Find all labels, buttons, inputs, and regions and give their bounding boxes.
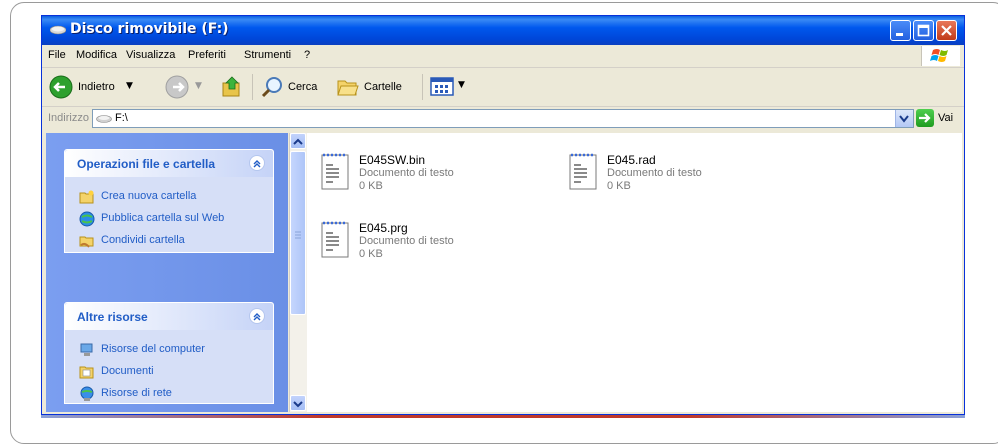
go-button[interactable] — [916, 109, 934, 127]
file-item[interactable]: E045.rad Documento di testo 0 KB — [567, 151, 807, 203]
menu-strumenti[interactable]: Strumenti — [244, 49, 291, 61]
text-document-icon — [321, 153, 349, 190]
task-pane-scrollbar[interactable] — [289, 133, 307, 412]
scroll-down-button[interactable] — [290, 395, 306, 411]
address-label: Indirizzo — [48, 112, 89, 124]
forward-button[interactable]: ▼ — [162, 73, 206, 101]
address-value: F:\ — [115, 112, 128, 124]
file-item[interactable]: E045.prg Documento di testo 0 KB — [319, 219, 559, 271]
menu-help[interactable]: ? — [304, 49, 310, 61]
menu-modifica[interactable]: Modifica — [76, 49, 117, 61]
back-button[interactable]: Indietro ▼ — [46, 73, 160, 101]
new-folder-icon — [79, 190, 94, 204]
window-title: Disco rimovibile (F:) — [70, 21, 229, 37]
folders-icon — [337, 80, 359, 96]
file-size: 0 KB — [359, 248, 383, 260]
back-arrow-icon — [49, 75, 73, 99]
explorer-window: Disco rimovibile (F:) File Modifica Visu… — [41, 15, 965, 415]
file-item[interactable]: E045SW.bin Documento di testo 0 KB — [319, 151, 559, 203]
grip-icon — [295, 231, 301, 239]
file-size: 0 KB — [359, 180, 383, 192]
other-places-panel: Altre risorse Risorse del computer Docum… — [64, 302, 274, 404]
task-label: Condividi cartella — [101, 234, 185, 246]
file-size: 0 KB — [607, 180, 631, 192]
search-label: Cerca — [288, 81, 318, 93]
scroll-thumb[interactable] — [290, 151, 306, 315]
file-type: Documento di testo — [607, 167, 702, 179]
file-name: E045.rad — [607, 153, 656, 167]
chevron-down-icon — [899, 115, 909, 123]
address-input[interactable]: F:\ — [92, 109, 914, 128]
menu-bar: File Modifica Visualizza Preferiti Strum… — [42, 45, 964, 68]
file-type: Documento di testo — [359, 167, 454, 179]
address-bar: Indirizzo F:\ Vai — [42, 107, 964, 131]
file-folder-tasks-header[interactable]: Operazioni file e cartella — [65, 150, 273, 177]
search-button[interactable]: Cerca — [258, 73, 328, 101]
file-view: E045SW.bin Documento di testo 0 KB E045.… — [307, 133, 962, 412]
close-button[interactable] — [936, 20, 957, 41]
windows-logo-icon — [921, 46, 960, 66]
up-folder-icon[interactable] — [220, 75, 244, 99]
views-button[interactable]: ▼ — [430, 74, 474, 100]
views-icon — [430, 77, 454, 96]
go-label[interactable]: Vai — [938, 112, 953, 124]
minimize-button[interactable] — [890, 20, 911, 41]
go-arrow-icon — [919, 113, 931, 123]
other-places-header[interactable]: Altre risorse — [65, 303, 273, 330]
menu-preferiti[interactable]: Preferiti — [188, 49, 226, 61]
back-label: Indietro — [78, 81, 115, 93]
window-bottom-edge — [41, 415, 965, 418]
text-document-icon — [569, 153, 597, 190]
folders-label: Cartelle — [364, 81, 402, 93]
other-places-title: Altre risorse — [77, 310, 148, 324]
text-document-icon — [321, 221, 349, 258]
task-pane: Operazioni file e cartella Crea nuova ca… — [46, 133, 288, 412]
collapse-icon[interactable] — [249, 308, 265, 324]
toolbar: Indietro ▼ ▼ Cerca Cartelle ▼ — [42, 68, 964, 107]
file-name: E045.prg — [359, 221, 408, 235]
publish-web-icon — [79, 211, 95, 227]
removable-drive-icon — [50, 25, 66, 35]
menu-file[interactable]: File — [48, 49, 66, 61]
chevron-up-icon — [293, 138, 303, 145]
views-dropdown-icon: ▼ — [458, 80, 465, 90]
file-folder-tasks-panel: Operazioni file e cartella Crea nuova ca… — [64, 149, 274, 253]
documents-icon — [79, 366, 94, 379]
task-label: Pubblica cartella sul Web — [101, 212, 225, 224]
place-label: Risorse del computer — [101, 343, 205, 355]
maximize-button[interactable] — [913, 20, 934, 41]
back-dropdown-icon[interactable]: ▼ — [126, 81, 133, 91]
share-folder-icon — [79, 236, 94, 248]
task-label: Crea nuova cartella — [101, 190, 197, 202]
chevron-down-icon — [293, 401, 303, 408]
address-dropdown-button[interactable] — [895, 110, 913, 127]
drive-icon — [96, 115, 112, 123]
file-folder-tasks-title: Operazioni file e cartella — [77, 157, 216, 171]
place-label: Risorse di rete — [101, 387, 172, 399]
scroll-up-button[interactable] — [290, 133, 306, 149]
file-type: Documento di testo — [359, 235, 454, 247]
forward-dropdown-icon[interactable]: ▼ — [195, 81, 202, 91]
computer-icon — [80, 343, 93, 356]
title-bar[interactable]: Disco rimovibile (F:) — [42, 16, 964, 45]
file-name: E045SW.bin — [359, 153, 426, 167]
forward-arrow-icon — [165, 75, 189, 99]
place-label: Documenti — [101, 365, 154, 377]
folders-button[interactable]: Cartelle — [334, 73, 418, 101]
search-icon — [261, 77, 282, 98]
menu-visualizza[interactable]: Visualizza — [126, 49, 175, 61]
network-icon — [80, 386, 94, 401]
collapse-icon[interactable] — [249, 155, 265, 171]
